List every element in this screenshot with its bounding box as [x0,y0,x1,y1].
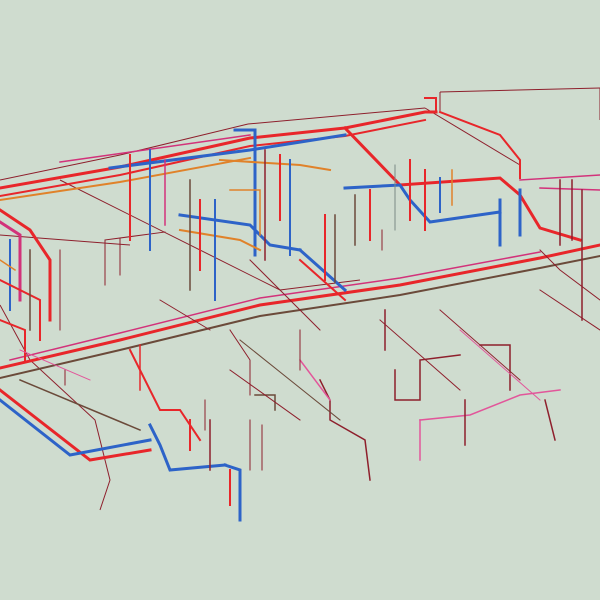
pipe-network-3d-view[interactable] [0,0,600,600]
left-cluster [0,208,61,361]
front-left-cluster [0,344,276,522]
center-cluster [104,128,348,302]
diagonal-connectors [19,249,600,421]
model-viewport[interactable] [0,0,600,600]
front-right-lines [229,309,561,481]
